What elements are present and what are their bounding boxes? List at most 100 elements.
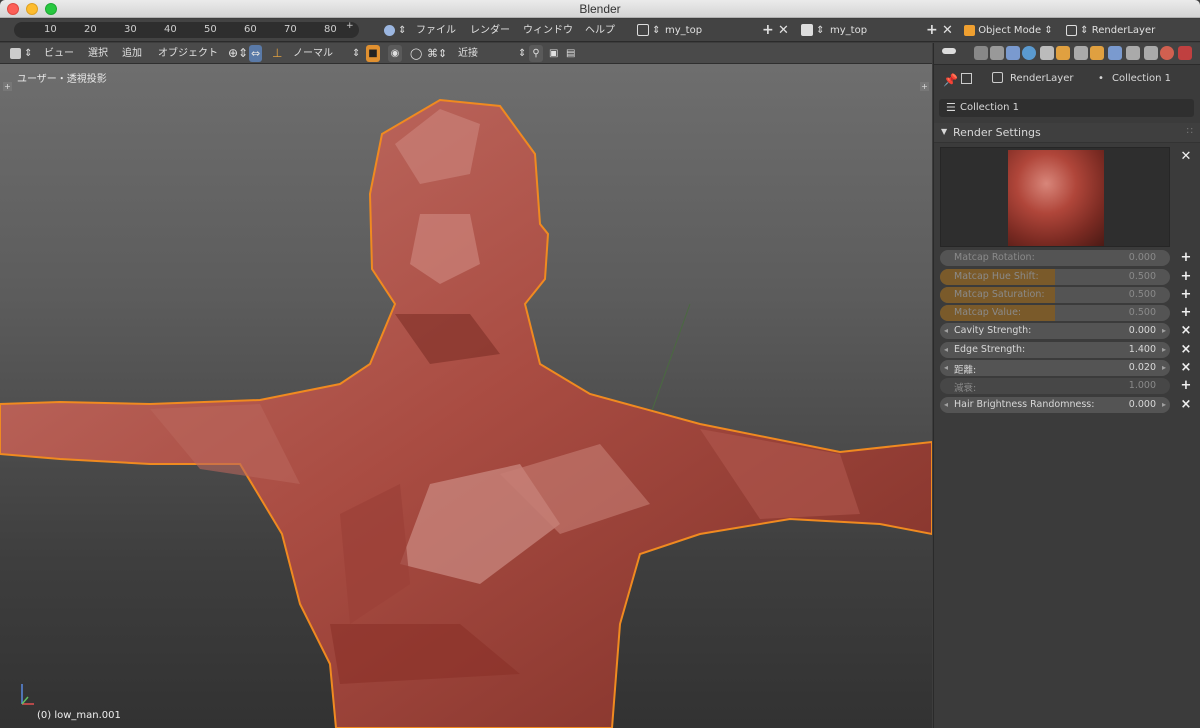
orientation-icon[interactable]: ⊥	[272, 45, 282, 62]
remove-keyframe-button[interactable]: ×	[1180, 398, 1192, 412]
property-field[interactable]: Matcap Saturation: 0.500	[940, 287, 1170, 303]
render-tab-icon[interactable]	[974, 46, 988, 60]
delete-scene-icon[interactable]: ✕	[942, 22, 953, 39]
info-editor-icon[interactable]: ⇕	[384, 22, 407, 39]
zoom-window-button[interactable]	[45, 3, 57, 15]
add-keyframe-button[interactable]: +	[1180, 288, 1192, 302]
menu-select[interactable]: 選択	[88, 45, 108, 62]
editor-type-icon[interactable]	[942, 48, 956, 54]
delete-screen-icon[interactable]: ✕	[778, 22, 789, 39]
timeline-ruler[interactable]: 10 20 30 40 50 60 70 80 +	[14, 21, 359, 38]
render-preview-icon[interactable]: ⚲	[529, 45, 543, 62]
property-field[interactable]: Matcap Value: 0.500	[940, 305, 1170, 321]
menu-object[interactable]: オブジェクト	[158, 45, 218, 62]
pin-icon[interactable]: 📌	[943, 73, 958, 87]
manipulator-icon[interactable]: ⇔	[249, 45, 263, 62]
property-value: 0.000	[1128, 252, 1156, 263]
decrement-arrow-icon[interactable]: ◂	[944, 345, 948, 354]
minimize-window-button[interactable]	[26, 3, 38, 15]
remove-keyframe-button[interactable]: ×	[1180, 361, 1192, 375]
snap-dropdown[interactable]: 近接	[458, 45, 478, 62]
increment-arrow-icon[interactable]: ▸	[1162, 326, 1166, 335]
menu-view[interactable]: ビュー	[44, 45, 74, 62]
screen-layout-icon[interactable]: ⇕	[637, 22, 661, 39]
property-field[interactable]: 減衰: 1.000	[940, 378, 1170, 394]
y-axis	[21, 696, 29, 705]
view-layer-tab-icon[interactable]	[1040, 46, 1054, 60]
menu-add[interactable]: 追加	[122, 45, 142, 62]
increment-arrow-icon[interactable]: ▸	[1162, 345, 1166, 354]
ruler-tick: 60	[244, 24, 257, 35]
camera-icon[interactable]: ▣	[549, 45, 558, 62]
add-keyframe-button[interactable]: +	[1180, 251, 1192, 265]
scene-name-field[interactable]: my_top	[830, 22, 867, 39]
add-keyframe-button[interactable]: +	[1180, 306, 1192, 320]
render-layer-icon	[992, 72, 1003, 83]
wrench-tab-icon[interactable]	[1126, 46, 1140, 60]
object-tab-icon[interactable]	[1090, 46, 1104, 60]
menu-render[interactable]: レンダー	[470, 22, 510, 39]
pivot-icon[interactable]: ⊕⇕	[228, 45, 248, 62]
property-field[interactable]: ◂ ▸ Edge Strength: 1.400	[940, 342, 1170, 358]
top-bar: 10 20 30 40 50 60 70 80 + ⇕ ファイル レンダー ウィ…	[0, 19, 1200, 42]
increment-arrow-icon[interactable]: ▸	[1162, 363, 1166, 372]
orientation-dropdown[interactable]: ノーマル	[293, 45, 333, 62]
matcap-preview[interactable]	[940, 147, 1170, 247]
world-tab-icon[interactable]	[1022, 46, 1036, 60]
material-tab-icon[interactable]	[1160, 46, 1174, 60]
3d-viewport[interactable]: ユーザー・透視投影 + + (0) low_man.001	[0, 64, 932, 728]
property-field[interactable]: Matcap Rotation: 0.000	[940, 250, 1170, 266]
link-tab-icon[interactable]	[1074, 46, 1088, 60]
texture-tab-icon[interactable]	[1178, 46, 1192, 60]
output-tab-icon[interactable]	[990, 46, 1004, 60]
increment-arrow-icon[interactable]: ▸	[1162, 400, 1166, 409]
properties-tabs	[934, 43, 1200, 65]
property-field[interactable]: ◂ ▸ 距離: 0.020	[940, 360, 1170, 376]
render-layer-dropdown[interactable]: ⇕ RenderLayer	[1066, 22, 1155, 39]
remove-matcap-button[interactable]: ✕	[1180, 150, 1192, 164]
plus-icon[interactable]: +	[346, 21, 354, 31]
decrement-arrow-icon[interactable]: ◂	[944, 326, 948, 335]
property-field[interactable]: ◂ ▸ Hair Brightness Randomness: 0.000	[940, 397, 1170, 413]
window-title: Blender	[579, 2, 621, 16]
remove-keyframe-button[interactable]: ×	[1180, 324, 1192, 338]
drag-handle-icon[interactable]: ∷	[1187, 126, 1193, 137]
render-settings-header[interactable]: ▼ Render Settings ∷	[934, 123, 1200, 143]
editor-type-icon[interactable]: ⇕	[10, 45, 33, 62]
proportional-edit-icon[interactable]: ◯	[410, 45, 422, 62]
snap-icon[interactable]: ⌘⇕	[427, 45, 447, 62]
add-scene-icon[interactable]: +	[926, 22, 938, 39]
screen-name-field[interactable]: my_top	[665, 22, 702, 39]
scene-icon[interactable]: ⇕	[801, 22, 825, 39]
clapper-icon[interactable]: ▤	[566, 45, 575, 62]
collection-tab-icon[interactable]	[1056, 46, 1070, 60]
add-keyframe-button[interactable]: +	[1180, 270, 1192, 284]
menu-window[interactable]: ウィンドウ	[523, 22, 573, 39]
character-mesh[interactable]	[0, 64, 932, 728]
ruler-tick: 20	[84, 24, 97, 35]
decrement-arrow-icon[interactable]: ◂	[944, 400, 948, 409]
menu-file[interactable]: ファイル	[416, 22, 456, 39]
close-window-button[interactable]	[7, 3, 19, 15]
property-label: Hair Brightness Randomness:	[954, 399, 1095, 410]
data-tab-icon[interactable]	[1144, 46, 1158, 60]
snap-arrows-icon: ⇕	[518, 48, 527, 59]
scene-tab-icon[interactable]	[1006, 46, 1020, 60]
decrement-arrow-icon[interactable]: ◂	[944, 363, 948, 372]
view-layer-icon	[961, 73, 972, 84]
cube-icon	[964, 24, 975, 36]
shading-icon[interactable]: ◉	[388, 45, 402, 62]
property-field[interactable]: Matcap Hue Shift: 0.500	[940, 269, 1170, 285]
add-keyframe-button[interactable]: +	[1180, 379, 1192, 393]
property-label: 距離:	[954, 365, 977, 376]
mode-dropdown[interactable]: Object Mode ⇕	[964, 22, 1053, 39]
collection-selector[interactable]: ☰ Collection 1	[939, 99, 1194, 117]
property-field[interactable]: ◂ ▸ Cavity Strength: 0.000	[940, 323, 1170, 339]
add-screen-icon[interactable]: +	[762, 22, 774, 39]
matcap-sphere	[1008, 150, 1104, 246]
remove-keyframe-button[interactable]: ×	[1180, 343, 1192, 357]
menu-help[interactable]: ヘルプ	[585, 22, 615, 39]
modifier-tab-icon[interactable]	[1108, 46, 1122, 60]
layer-toggle-icon[interactable]: ■	[366, 45, 380, 62]
collapse-arrow-icon: ▼	[941, 127, 948, 136]
